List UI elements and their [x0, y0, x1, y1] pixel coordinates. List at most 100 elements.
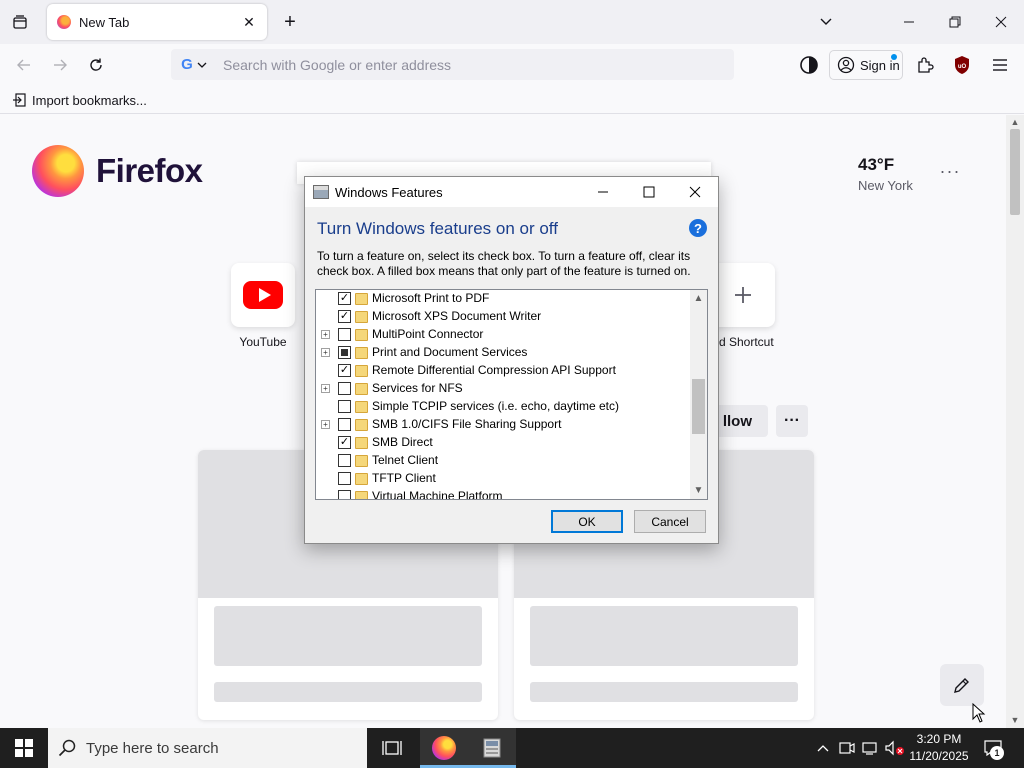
more-options-button[interactable]: ···	[776, 405, 808, 437]
volume-muted-icon[interactable]	[884, 728, 906, 768]
back-arrow-icon[interactable]	[11, 52, 37, 78]
feature-row[interactable]: + SMB 1.0/CIFS File Sharing Support	[316, 416, 690, 434]
google-g-icon: G	[181, 56, 193, 73]
show-hidden-icons-chevron-icon[interactable]	[812, 728, 834, 768]
bookmarks-toolbar: Import bookmarks...	[0, 86, 1024, 114]
feature-checkbox[interactable]: ✓	[338, 292, 351, 305]
features-tree[interactable]: ✓ Microsoft Print to PDF ✓ Microsoft XPS Do…	[315, 289, 708, 500]
windows-features-dialog: Windows Features Turn Windows features o…	[304, 176, 719, 544]
feature-label: Microsoft Print to PDF	[372, 291, 490, 305]
dialog-heading: Turn Windows features on or off	[317, 219, 558, 238]
forward-arrow-icon[interactable]	[47, 52, 73, 78]
dialog-titlebar[interactable]: Windows Features	[305, 177, 718, 207]
maximize-window-icon[interactable]	[932, 0, 978, 44]
close-window-icon[interactable]	[978, 0, 1024, 44]
feature-checkbox[interactable]: ✓	[338, 436, 351, 449]
feature-checkbox[interactable]	[338, 472, 351, 485]
task-view-icon[interactable]	[368, 728, 416, 768]
taskbar-firefox-app[interactable]	[420, 728, 468, 768]
help-question-icon[interactable]: ?	[689, 219, 707, 237]
feature-checkbox[interactable]: ✓	[338, 310, 351, 323]
feature-row[interactable]: ✓ SMB Direct	[316, 434, 690, 452]
feature-label: SMB Direct	[372, 435, 433, 449]
feature-checkbox[interactable]: ✓	[338, 364, 351, 377]
cancel-button[interactable]: Cancel	[634, 510, 706, 533]
tree-scroll-down-icon[interactable]: ▼	[690, 482, 707, 499]
scroll-down-arrow-icon[interactable]: ▼	[1009, 714, 1021, 726]
dialog-maximize-icon[interactable]	[626, 177, 672, 207]
ublock-origin-icon[interactable]: uO	[949, 52, 975, 78]
feature-label: Virtual Machine Platform	[372, 489, 503, 500]
search-icon	[58, 739, 76, 757]
app-menu-hamburger-icon[interactable]	[987, 52, 1013, 78]
search-engine-selector[interactable]: G	[171, 49, 217, 80]
expand-plus-icon[interactable]: +	[321, 420, 330, 429]
feature-checkbox[interactable]	[338, 418, 351, 431]
shortcut-tile	[711, 263, 775, 327]
taskbar-search-box[interactable]: Type here to search	[48, 728, 367, 768]
page-scrollbar[interactable]: ▲ ▼	[1006, 115, 1024, 728]
address-bar[interactable]: G	[171, 49, 734, 80]
address-input[interactable]	[217, 50, 734, 79]
firefox-favicon-icon	[57, 15, 71, 29]
feature-row[interactable]: Telnet Client	[316, 452, 690, 470]
folder-icon	[355, 419, 368, 431]
import-bookmarks-button[interactable]: Import bookmarks...	[12, 90, 147, 110]
weather-widget[interactable]: 43°F New York	[858, 155, 913, 193]
tab-new-tab[interactable]: New Tab ✕	[47, 4, 267, 40]
feature-row[interactable]: Simple TCPIP services (i.e. echo, daytim…	[316, 398, 690, 416]
feature-row[interactable]: ✓ Remote Differential Compression API Sup…	[316, 362, 690, 380]
feature-checkbox[interactable]	[338, 490, 351, 499]
firefox-wordmark: Firefox	[96, 152, 203, 189]
windows-taskbar: Type here to search 3:20 PM 11/20/2025 1	[0, 728, 1024, 768]
feature-checkbox[interactable]	[338, 454, 351, 467]
close-tab-icon[interactable]: ✕	[237, 10, 261, 34]
feature-row[interactable]: ✓ Microsoft XPS Document Writer	[316, 308, 690, 326]
page-scroll-thumb[interactable]	[1010, 129, 1020, 215]
navigation-toolbar: G Sign in uO	[0, 44, 1024, 86]
feature-row[interactable]: Virtual Machine Platform	[316, 488, 690, 500]
scroll-up-arrow-icon[interactable]: ▲	[1009, 116, 1021, 128]
clock-time: 3:20 PM	[916, 732, 962, 746]
sign-in-button[interactable]: Sign in	[829, 50, 903, 80]
firefox-logo: Firefox	[32, 145, 203, 197]
weather-more-options-icon[interactable]: ···	[938, 161, 962, 181]
features-tree-scrollbar[interactable]: ▲ ▼	[690, 290, 707, 499]
feature-row[interactable]: TFTP Client	[316, 470, 690, 488]
feature-checkbox[interactable]	[338, 400, 351, 413]
feature-label: Print and Document Services	[372, 345, 528, 359]
network-icon[interactable]	[860, 728, 882, 768]
feature-row[interactable]: + MultiPoint Connector	[316, 326, 690, 344]
feature-row[interactable]: + Print and Document Services	[316, 344, 690, 362]
folder-icon	[355, 473, 368, 485]
extensions-puzzle-icon[interactable]	[912, 52, 938, 78]
feature-row[interactable]: + Services for NFS	[316, 380, 690, 398]
feature-row[interactable]: ✓ Microsoft Print to PDF	[316, 290, 690, 308]
folder-icon	[355, 293, 368, 305]
customize-pencil-button[interactable]	[940, 664, 984, 706]
dialog-close-icon[interactable]	[672, 177, 718, 207]
shortcut-youtube[interactable]: YouTube	[223, 263, 303, 349]
feature-checkbox[interactable]	[338, 328, 351, 341]
folder-icon	[355, 383, 368, 395]
taskbar-clock[interactable]: 3:20 PM 11/20/2025	[906, 731, 972, 765]
tree-scroll-thumb[interactable]	[692, 379, 705, 434]
feature-checkbox[interactable]	[338, 382, 351, 395]
dialog-minimize-icon[interactable]	[580, 177, 626, 207]
start-windows-icon[interactable]	[0, 728, 48, 768]
privacy-contrast-icon[interactable]	[796, 52, 822, 78]
feature-label: TFTP Client	[372, 471, 436, 485]
expand-plus-icon[interactable]: +	[321, 348, 330, 357]
firefox-view-icon[interactable]	[8, 10, 32, 34]
minimize-window-icon[interactable]	[886, 0, 932, 44]
expand-plus-icon[interactable]: +	[321, 384, 330, 393]
expand-plus-icon[interactable]: +	[321, 330, 330, 339]
ok-button[interactable]: OK	[551, 510, 623, 533]
meet-now-icon[interactable]	[836, 728, 858, 768]
tree-scroll-up-icon[interactable]: ▲	[690, 290, 707, 307]
reload-icon[interactable]	[83, 52, 109, 78]
list-all-tabs-chevron-icon[interactable]	[814, 10, 838, 34]
taskbar-windows-features-app[interactable]	[468, 728, 516, 768]
feature-checkbox[interactable]	[338, 346, 351, 359]
new-tab-plus-icon[interactable]: +	[278, 10, 302, 34]
